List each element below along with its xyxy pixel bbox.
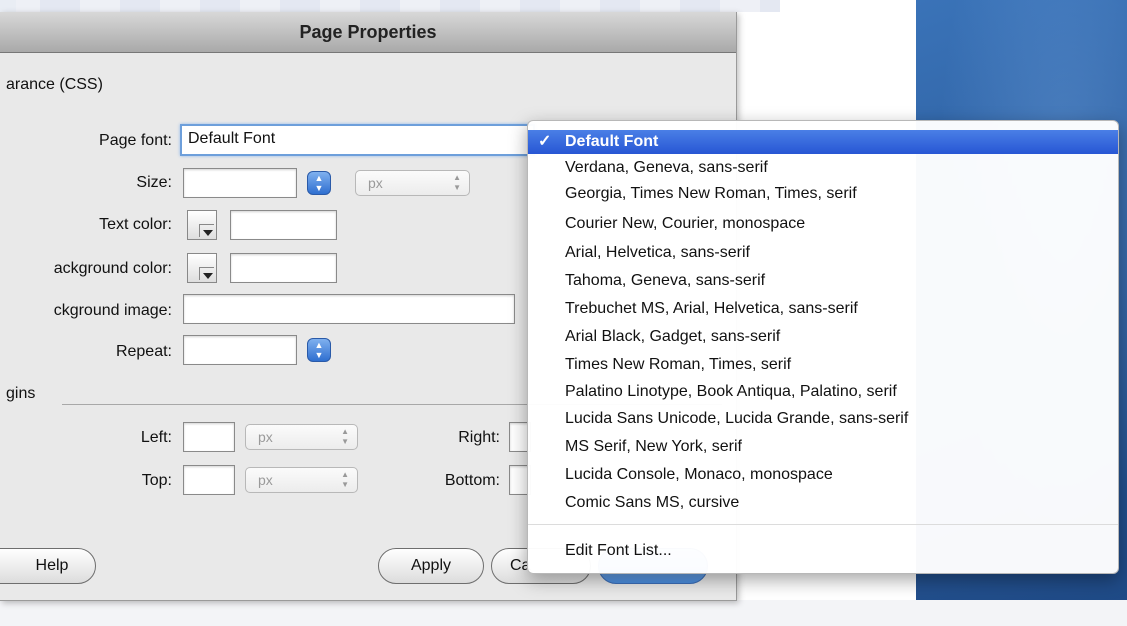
left-margin-unit-select[interactable]: px ▲ ▼	[245, 424, 358, 450]
menu-item-label: Lucida Console, Monaco, monospace	[565, 466, 833, 483]
left-margin-label: Left:	[140, 429, 172, 446]
menu-separator	[528, 524, 1118, 525]
menu-item-font-4[interactable]: Arial, Helvetica, sans-serif	[528, 241, 1118, 265]
size-stepper[interactable]: ▲ ▼	[307, 171, 331, 195]
menu-item-label: Lucida Sans Unicode, Lucida Grande, sans…	[565, 410, 909, 427]
menu-item-font-9[interactable]: Palatino Linotype, Book Antiqua, Palatin…	[528, 380, 1118, 404]
help-button[interactable]: Help	[0, 548, 96, 584]
menu-item-font-6[interactable]: Trebuchet MS, Arial, Helvetica, sans-ser…	[528, 297, 1118, 321]
menu-item-label: Times New Roman, Times, serif	[565, 356, 792, 373]
menu-item-font-1[interactable]: Verdana, Geneva, sans-serif	[528, 156, 1118, 180]
background-image-field[interactable]	[183, 294, 515, 324]
menu-item-font-5[interactable]: Tahoma, Geneva, sans-serif	[528, 269, 1118, 293]
background-color-label: ackground color:	[53, 260, 172, 277]
page-font-value: Default Font	[188, 130, 276, 147]
top-margin-field[interactable]	[183, 465, 235, 495]
menu-item-label: Comic Sans MS, cursive	[565, 494, 740, 511]
page-font-field[interactable]: Default Font	[180, 124, 535, 156]
menu-item-label: Default Font	[565, 133, 659, 150]
text-color-swatch[interactable]	[187, 210, 217, 240]
font-dropdown-menu: ✓ Default Font Verdana, Geneva, sans-ser…	[527, 120, 1119, 574]
menu-item-font-8[interactable]: Times New Roman, Times, serif	[528, 353, 1118, 377]
menu-item-font-13[interactable]: Comic Sans MS, cursive	[528, 491, 1118, 515]
menu-item-label: Palatino Linotype, Book Antiqua, Palatin…	[565, 383, 897, 400]
menu-item-label: Georgia, Times New Roman, Times, serif	[565, 185, 857, 202]
top-margin-unit-value: px	[258, 472, 273, 488]
text-color-label: Text color:	[99, 216, 172, 233]
right-margin-label: Right:	[458, 429, 500, 446]
text-color-field[interactable]	[230, 210, 337, 240]
top-margin-label: Top:	[141, 472, 172, 489]
menu-item-font-7[interactable]: Arial Black, Gadget, sans-serif	[528, 325, 1118, 349]
size-label: Size:	[136, 174, 172, 191]
chevron-updown-icon: ▲ ▼	[341, 470, 349, 489]
background-image-label: ckground image:	[53, 302, 172, 319]
menu-item-label: Edit Font List...	[565, 542, 672, 559]
background-color-field[interactable]	[230, 253, 337, 283]
menu-item-label: Courier New, Courier, monospace	[565, 215, 806, 232]
page-font-label: Page font:	[99, 132, 172, 149]
repeat-stepper[interactable]: ▲ ▼	[307, 338, 331, 362]
menu-item-font-12[interactable]: Lucida Console, Monaco, monospace	[528, 463, 1118, 487]
menu-item-font-2[interactable]: Georgia, Times New Roman, Times, serif	[528, 182, 1118, 206]
help-button-label: Help	[35, 557, 69, 574]
menu-item-label: MS Serif, New York, serif	[565, 438, 742, 455]
top-margin-unit-select[interactable]: px ▲ ▼	[245, 467, 358, 493]
menu-item-label: Arial, Helvetica, sans-serif	[565, 244, 750, 261]
menu-item-font-11[interactable]: MS Serif, New York, serif	[528, 435, 1118, 459]
left-margin-field[interactable]	[183, 422, 235, 452]
menu-item-font-3[interactable]: Courier New, Courier, monospace	[528, 212, 1118, 236]
menu-item-label: Arial Black, Gadget, sans-serif	[565, 328, 781, 345]
checkmark-icon: ✓	[538, 133, 552, 150]
background-color-swatch[interactable]	[187, 253, 217, 283]
section-title: arance (CSS)	[6, 76, 103, 93]
menu-item-label: Trebuchet MS, Arial, Helvetica, sans-ser…	[565, 300, 858, 317]
left-margin-unit-value: px	[258, 429, 273, 445]
repeat-field[interactable]	[183, 335, 297, 365]
background-top	[0, 0, 780, 12]
dialog-title: Page Properties	[0, 12, 736, 53]
apply-button[interactable]: Apply	[378, 548, 484, 584]
margins-label: gins	[6, 385, 36, 402]
chevron-updown-icon: ▲ ▼	[341, 427, 349, 446]
size-field[interactable]	[183, 168, 297, 198]
bottom-margin-label: Bottom:	[444, 472, 500, 489]
menu-item-label: Tahoma, Geneva, sans-serif	[565, 272, 766, 289]
chevron-updown-icon: ▲ ▼	[453, 173, 461, 192]
size-unit-value: px	[368, 175, 383, 191]
apply-button-label: Apply	[410, 557, 452, 574]
menu-item-font-0[interactable]: ✓ Default Font	[528, 130, 1118, 154]
menu-item-font-10[interactable]: Lucida Sans Unicode, Lucida Grande, sans…	[528, 407, 1118, 431]
repeat-label: Repeat:	[115, 343, 172, 360]
menu-item-edit-font-list[interactable]: Edit Font List...	[528, 539, 1118, 563]
size-unit-select[interactable]: px ▲ ▼	[355, 170, 470, 196]
menu-item-label: Verdana, Geneva, sans-serif	[565, 159, 768, 176]
background-bottom	[0, 600, 1127, 626]
